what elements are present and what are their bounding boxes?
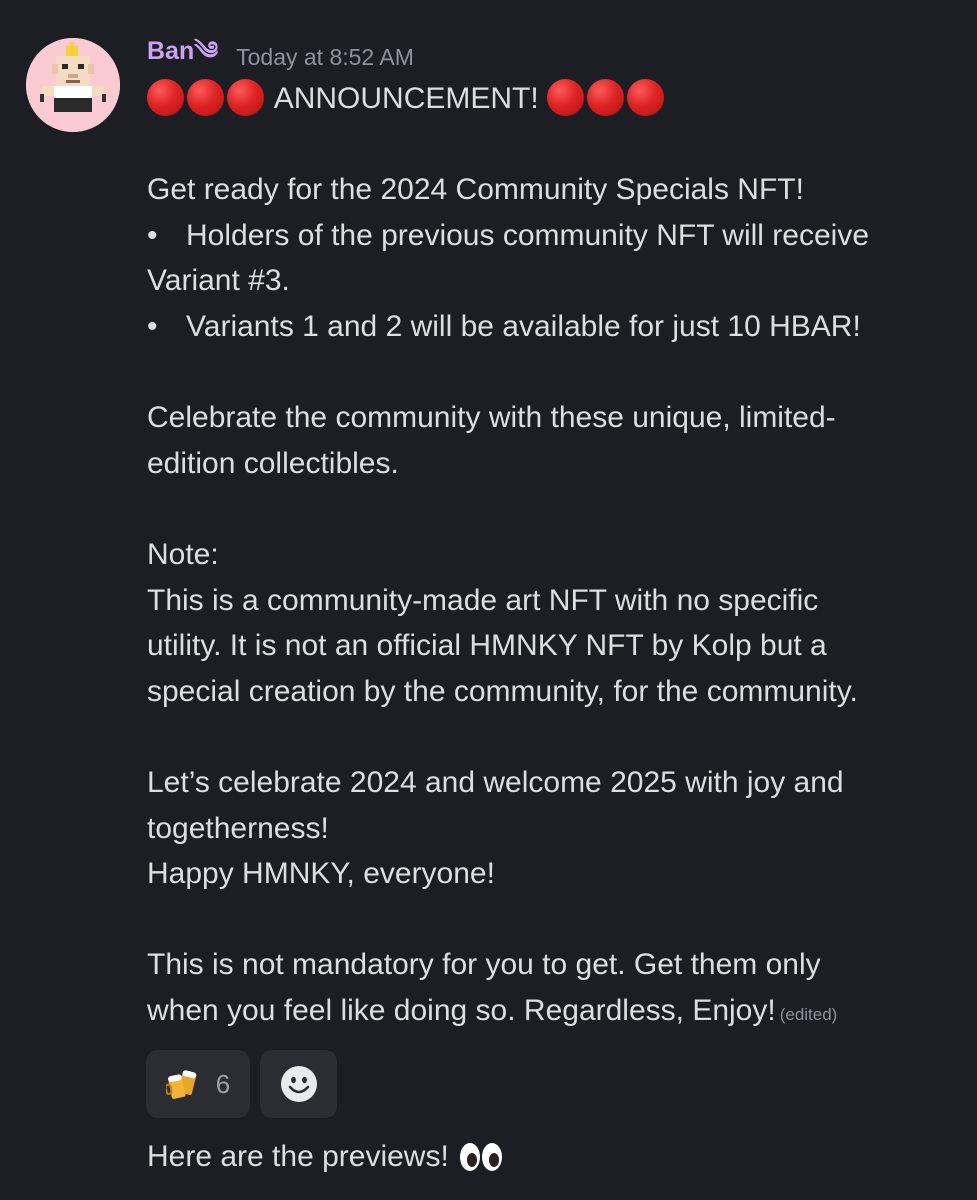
eyes-icon: [459, 1142, 502, 1171]
author-name-text: Ban: [147, 36, 195, 65]
message-line: Happy HMNKY, everyone!: [147, 857, 495, 891]
announcement-text: ANNOUNCEMENT!: [273, 82, 539, 115]
message-timestamp[interactable]: Today at 8:52 AM: [236, 44, 414, 71]
bullet-item: • Variants 1 and 2 will be available for…: [147, 304, 947, 350]
bullet-dot: •: [147, 309, 158, 343]
red-circle-icon: [147, 79, 184, 116]
message-line: Variant #3.: [147, 264, 290, 298]
bullet-text: Holders of the previous community NFT wi…: [186, 218, 870, 252]
red-circle-icon: [547, 79, 585, 116]
message-line: edition collectibles.: [147, 446, 399, 480]
message-content: ANNOUNCEMENT! Get ready for the 2024 Com…: [147, 76, 947, 1033]
red-circle-icon: [227, 79, 264, 116]
bullet-dot: •: [147, 218, 158, 252]
message-line: utility. It is not an official HMNKY NFT…: [147, 629, 827, 663]
message-line: Note:: [147, 537, 219, 571]
message-line-last: when you feel like doing so. Regardless,…: [147, 988, 947, 1034]
pixel-monkey-avatar-icon: [26, 38, 120, 132]
message-line: This is a community-made art NFT with no…: [147, 583, 819, 617]
red-circle-icon: [627, 79, 665, 116]
message-header: Ban༄ Today at 8:52 AM: [147, 36, 414, 74]
red-circle-icon: [587, 79, 625, 116]
beer-mugs-icon: [165, 1070, 197, 1099]
reaction-count: 6: [215, 1068, 231, 1099]
user-avatar[interactable]: [26, 38, 120, 132]
edited-label: (edited): [779, 1004, 838, 1024]
message-line: Let’s celebrate 2024 and welcome 2025 wi…: [147, 765, 844, 799]
reactions-bar: 6: [146, 1050, 337, 1118]
message-line: Celebrate the community with these uniqu…: [147, 401, 836, 435]
add-reaction-button[interactable]: [260, 1050, 337, 1118]
add-reaction-icon: [280, 1066, 317, 1102]
next-message-text: Here are the previews!: [147, 1140, 449, 1173]
announcement-line: ANNOUNCEMENT!: [147, 76, 947, 122]
message-line: special creation by the community, for t…: [147, 674, 858, 708]
message-line: This is not mandatory for you to get. Ge…: [147, 948, 821, 982]
author-name-suffix: ༄: [194, 36, 219, 65]
next-message: Here are the previews!: [147, 1134, 503, 1179]
bullet-item: • Holders of the previous community NFT …: [147, 213, 947, 259]
message-line: Get ready for the 2024 Community Special…: [147, 173, 804, 207]
message-line: togetherness!: [147, 811, 329, 845]
bullet-text: Variants 1 and 2 will be available for j…: [186, 309, 861, 343]
red-circle-icon: [187, 79, 224, 116]
message-line-text: when you feel like doing so. Regardless,…: [147, 993, 776, 1027]
reaction-beer[interactable]: 6: [146, 1050, 250, 1118]
